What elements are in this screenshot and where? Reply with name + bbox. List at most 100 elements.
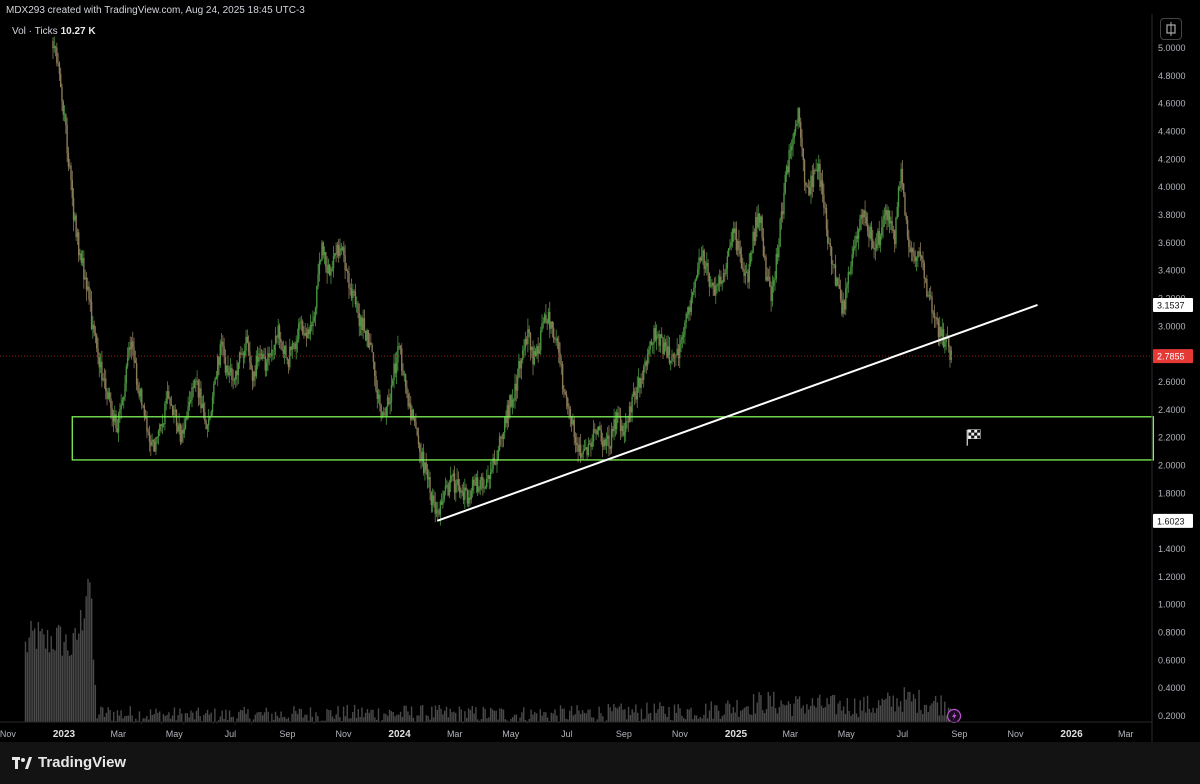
volume-bar bbox=[545, 712, 547, 722]
settings-icon bbox=[1166, 22, 1176, 36]
candle-body bbox=[92, 324, 94, 329]
volume-bar bbox=[195, 710, 198, 722]
volume-bar bbox=[280, 711, 282, 722]
candle-body bbox=[901, 168, 904, 184]
candle-body bbox=[74, 215, 76, 221]
candle-body bbox=[310, 324, 313, 327]
chart-settings-button[interactable] bbox=[1160, 18, 1182, 40]
volume-bar bbox=[337, 706, 339, 722]
candle-body bbox=[654, 328, 656, 341]
candle-body bbox=[559, 352, 561, 365]
volume-bar bbox=[81, 630, 84, 722]
volume-bar bbox=[179, 708, 181, 722]
volume-bar bbox=[171, 715, 174, 722]
volume-bar bbox=[342, 706, 345, 722]
volume-bar bbox=[539, 709, 541, 722]
time-axis[interactable]: Nov 2023 Mar May Jul Sep Nov 2024 Mar May Jul Sep No… bbox=[0, 729, 1134, 740]
candle-body bbox=[448, 482, 451, 496]
candle-body bbox=[344, 255, 346, 271]
candle-body bbox=[839, 289, 842, 300]
price-axis[interactable]: 0.2000 0.4000 0.6000 0.8000 1.0000 1.2000 1.40… bbox=[1158, 43, 1186, 721]
tradingview-brand[interactable]: TradingView bbox=[12, 754, 126, 771]
candle-body bbox=[326, 266, 328, 274]
candle-body bbox=[542, 322, 545, 324]
candle-body bbox=[455, 483, 457, 493]
candle-body bbox=[655, 335, 658, 341]
candle-body bbox=[331, 268, 333, 272]
candle-body bbox=[554, 338, 556, 340]
candle-body bbox=[193, 380, 196, 388]
candle-body bbox=[226, 365, 228, 373]
candle-body bbox=[379, 394, 381, 406]
x-tick-label: May bbox=[838, 729, 856, 739]
candle-body bbox=[510, 395, 512, 407]
candle-body bbox=[780, 211, 783, 220]
candle-body bbox=[126, 357, 129, 367]
candle-body bbox=[385, 407, 388, 416]
volume-bar bbox=[589, 709, 591, 722]
candle-body bbox=[431, 495, 434, 505]
candle-body bbox=[533, 351, 536, 365]
volume-bar bbox=[587, 709, 589, 722]
volume-bar bbox=[785, 705, 788, 722]
candle-body bbox=[708, 273, 711, 287]
candle-body bbox=[761, 216, 763, 238]
volume-bar bbox=[300, 709, 302, 722]
candle-body bbox=[76, 232, 79, 237]
candle-body bbox=[205, 421, 207, 430]
candle-body bbox=[910, 248, 913, 252]
candle-body bbox=[787, 166, 789, 173]
volume-bar bbox=[703, 714, 705, 722]
candle-body bbox=[406, 386, 408, 394]
x-tick-label: Nov bbox=[1007, 729, 1024, 739]
candle-body bbox=[626, 421, 628, 423]
volume-bar bbox=[254, 714, 257, 722]
candle-body bbox=[563, 389, 565, 393]
volume-bar bbox=[931, 703, 933, 722]
candle-body bbox=[274, 336, 277, 345]
volume-bar bbox=[613, 703, 615, 722]
candle-body bbox=[928, 295, 931, 297]
candle-body bbox=[725, 268, 727, 274]
volume-bar bbox=[657, 709, 659, 722]
candle-body bbox=[54, 46, 57, 48]
price-label-trendline-end: 3.1537 bbox=[1153, 297, 1193, 312]
candle-body bbox=[812, 170, 815, 188]
drawings bbox=[0, 304, 1155, 724]
volume-bar bbox=[627, 706, 630, 722]
candle-body bbox=[834, 264, 837, 286]
price-chart[interactable]: 0.2000 0.4000 0.6000 0.8000 1.0000 1.2000 1.40… bbox=[0, 0, 1200, 742]
candle-body bbox=[828, 243, 830, 244]
candle-body bbox=[162, 423, 165, 425]
candle-body bbox=[851, 254, 853, 267]
candle-body bbox=[277, 325, 279, 338]
candle-body bbox=[518, 361, 520, 377]
candle-body bbox=[612, 428, 614, 432]
candle-body bbox=[948, 337, 950, 347]
candle-body bbox=[249, 351, 251, 363]
candle-body bbox=[637, 377, 640, 388]
x-tick-label: 2026 bbox=[1060, 729, 1083, 740]
volume-bar bbox=[85, 596, 87, 722]
candle-body bbox=[440, 501, 443, 505]
volume-bar bbox=[784, 705, 786, 722]
candle-body bbox=[560, 363, 563, 365]
volume-bar bbox=[666, 716, 668, 722]
volume-bar bbox=[43, 634, 45, 722]
volume-bar bbox=[221, 710, 223, 722]
tradingview-logo-icon bbox=[12, 756, 32, 769]
candle-body bbox=[852, 248, 855, 255]
candle-body bbox=[217, 356, 219, 377]
volume-bar bbox=[776, 713, 779, 722]
volume-bar bbox=[655, 712, 657, 722]
candle-body bbox=[335, 253, 337, 255]
volume-bar bbox=[311, 716, 314, 722]
volume-bar bbox=[817, 697, 819, 722]
candle-body bbox=[809, 187, 811, 195]
volume-bar bbox=[868, 708, 871, 722]
candle-body bbox=[549, 311, 551, 329]
volume-bar bbox=[83, 618, 86, 722]
candle-body bbox=[896, 207, 898, 218]
volume-legend[interactable]: Vol · Ticks 10.27 K bbox=[12, 26, 96, 37]
volume-bar bbox=[258, 711, 260, 722]
